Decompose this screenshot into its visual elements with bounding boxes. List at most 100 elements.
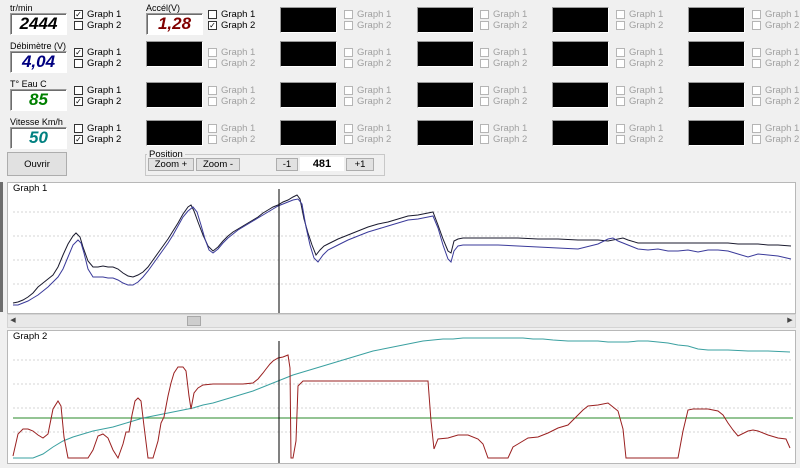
scroll-right-icon[interactable]: ▶ — [785, 315, 795, 327]
disabled-graph1-checkbox[interactable]: Graph 1 — [208, 47, 255, 58]
empty-display — [688, 7, 745, 33]
empty-display — [417, 7, 474, 33]
gauge-accel: Accél(V) 1,28 — [143, 3, 203, 36]
graph2-series-red — [12, 354, 791, 460]
empty-display — [688, 41, 745, 67]
disabled-graph2-checkbox[interactable]: Graph 2 — [616, 96, 663, 107]
disabled-graph2-checkbox[interactable]: Graph 2 — [752, 96, 799, 107]
disabled-graph1-checkbox[interactable]: Graph 1 — [752, 9, 799, 20]
disabled-graph1-checkbox[interactable]: Graph 1 — [752, 85, 799, 96]
disabled-graph1-checkbox[interactable]: Graph 1 — [480, 123, 527, 134]
gauge-debimetre: Débimètre (V) 4,04 — [7, 41, 67, 74]
splitter-edge — [0, 182, 3, 312]
empty-display — [417, 120, 474, 146]
empty-display — [552, 7, 609, 33]
check-icon: ✓ — [74, 135, 83, 144]
gauge-temp-eau: T° Eau C 85 — [7, 79, 67, 112]
disabled-graph1-checkbox[interactable]: Graph 1 — [344, 9, 391, 20]
disabled-graph2-checkbox[interactable]: Graph 2 — [480, 96, 527, 107]
check-icon — [74, 21, 83, 30]
vitesse-graph1-checkbox[interactable]: Graph 1 — [74, 123, 121, 134]
check-icon: ✓ — [208, 21, 217, 30]
rpm-graph2-checkbox[interactable]: Graph 2 — [74, 20, 121, 31]
graph2-panel: Graph 2 — [7, 330, 796, 464]
gauge-rpm: tr/min 2444 — [7, 3, 67, 36]
gauge-accel-value: 1,28 — [157, 14, 192, 33]
check-icon — [74, 86, 83, 95]
disabled-graph2-checkbox[interactable]: Graph 2 — [752, 134, 799, 145]
debimetre-graph1-checkbox[interactable]: ✓ Graph 1 — [74, 47, 121, 58]
disabled-graph2-checkbox[interactable]: Graph 2 — [344, 96, 391, 107]
horizontal-scrollbar[interactable]: ◀ ▶ — [7, 314, 796, 328]
eau-graph2-checkbox[interactable]: ✓ Graph 2 — [74, 96, 121, 107]
scroll-left-icon[interactable]: ◀ — [8, 315, 18, 327]
disabled-graph2-checkbox[interactable]: Graph 2 — [344, 58, 391, 69]
disabled-graph2-checkbox[interactable]: Graph 2 — [344, 134, 391, 145]
empty-display — [146, 41, 203, 67]
disabled-graph1-checkbox[interactable]: Graph 1 — [208, 85, 255, 96]
disabled-graph1-checkbox[interactable]: Graph 1 — [480, 85, 527, 96]
rpm-graph1-checkbox[interactable]: ✓ Graph 1 — [74, 9, 121, 20]
disabled-graph2-checkbox[interactable]: Graph 2 — [208, 58, 255, 69]
disabled-graph2-checkbox[interactable]: Graph 2 — [208, 134, 255, 145]
accel-graph2-checkbox[interactable]: ✓ Graph 2 — [208, 20, 255, 31]
empty-display — [552, 120, 609, 146]
graph1-series-b — [13, 198, 792, 306]
graph1-plot — [12, 189, 793, 313]
disabled-graph2-checkbox[interactable]: Graph 2 — [752, 58, 799, 69]
disabled-graph2-checkbox[interactable]: Graph 2 — [616, 58, 663, 69]
disabled-graph2-checkbox[interactable]: Graph 2 — [344, 20, 391, 31]
disabled-graph1-checkbox[interactable]: Graph 1 — [480, 47, 527, 58]
disabled-graph1-checkbox[interactable]: Graph 1 — [616, 85, 663, 96]
zoom-in-button[interactable]: Zoom + — [148, 158, 194, 171]
disabled-graph1-checkbox[interactable]: Graph 1 — [480, 9, 527, 20]
disabled-graph2-checkbox[interactable]: Graph 2 — [616, 134, 663, 145]
vitesse-graph2-checkbox[interactable]: ✓ Graph 2 — [74, 134, 121, 145]
disabled-graph2-checkbox[interactable]: Graph 2 — [616, 20, 663, 31]
zoom-out-button[interactable]: Zoom - — [196, 158, 240, 171]
position-minus-button[interactable]: -1 — [276, 158, 298, 171]
scroll-thumb[interactable] — [187, 316, 201, 326]
gauge-debimetre-value: 4,04 — [21, 52, 56, 71]
gauge-vitesse: Vitesse Km/h 50 — [7, 117, 67, 150]
disabled-graph2-checkbox[interactable]: Graph 2 — [480, 20, 527, 31]
empty-display — [280, 120, 337, 146]
disabled-graph1-checkbox[interactable]: Graph 1 — [752, 123, 799, 134]
gauge-accel-label: Accél(V) — [146, 3, 181, 13]
graph2-series-cyan — [13, 337, 791, 459]
disabled-graph1-checkbox[interactable]: Graph 1 — [344, 123, 391, 134]
disabled-graph1-checkbox[interactable]: Graph 1 — [616, 9, 663, 20]
disabled-graph1-checkbox[interactable]: Graph 1 — [752, 47, 799, 58]
position-plus-button[interactable]: +1 — [346, 158, 374, 171]
eau-graph1-checkbox[interactable]: Graph 1 — [74, 85, 121, 96]
debimetre-graph2-checkbox[interactable]: Graph 2 — [74, 58, 121, 69]
disabled-graph1-checkbox[interactable]: Graph 1 — [344, 85, 391, 96]
empty-display — [417, 82, 474, 108]
empty-display — [146, 82, 203, 108]
empty-display — [280, 41, 337, 67]
disabled-graph2-checkbox[interactable]: Graph 2 — [480, 134, 527, 145]
disabled-graph2-checkbox[interactable]: Graph 2 — [208, 96, 255, 107]
empty-display — [417, 41, 474, 67]
disabled-graph1-checkbox[interactable]: Graph 1 — [208, 123, 255, 134]
gauge-rpm-label: tr/min — [10, 3, 33, 13]
graph2-plot — [12, 337, 793, 463]
disabled-graph1-checkbox[interactable]: Graph 1 — [616, 123, 663, 134]
check-icon — [74, 59, 83, 68]
graph1-gridlines — [13, 211, 793, 285]
empty-display — [552, 82, 609, 108]
graph1-series-a — [12, 194, 792, 304]
disabled-graph1-checkbox[interactable]: Graph 1 — [344, 47, 391, 58]
empty-display — [688, 120, 745, 146]
disabled-graph2-checkbox[interactable]: Graph 2 — [752, 20, 799, 31]
disabled-graph1-checkbox[interactable]: Graph 1 — [616, 47, 663, 58]
accel-graph1-checkbox[interactable]: Graph 1 — [208, 9, 255, 20]
gauge-rpm-value: 2444 — [19, 14, 58, 33]
gauge-debimetre-label: Débimètre (V) — [10, 41, 67, 51]
open-button[interactable]: Ouvrir — [7, 152, 67, 176]
check-icon — [208, 10, 217, 19]
empty-display — [280, 82, 337, 108]
check-icon — [74, 124, 83, 133]
disabled-graph2-checkbox[interactable]: Graph 2 — [480, 58, 527, 69]
gauge-vitesse-value: 50 — [29, 128, 48, 147]
